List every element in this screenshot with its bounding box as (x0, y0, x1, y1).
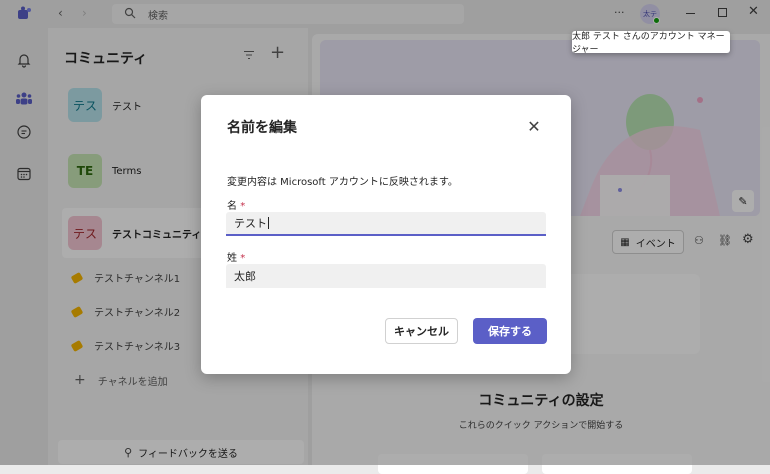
first-name-field[interactable]: テスト (226, 212, 546, 236)
last-name-label-text: 姓 (227, 253, 237, 264)
required-mark: * (240, 253, 246, 264)
save-button[interactable]: 保存する (473, 318, 547, 344)
dialog-title: 名前を編集 (227, 120, 297, 136)
first-name-label-text: 名 (227, 201, 237, 212)
first-name-value: テスト (234, 217, 267, 230)
last-name-value: 太郎 (234, 270, 256, 283)
account-tooltip: 太郎 テスト さんのアカウント マネージャー (572, 31, 730, 55)
first-name-label: 名 * (227, 197, 245, 212)
last-name-field[interactable]: 太郎 (226, 264, 546, 288)
edit-name-dialog: 名前を編集 ✕ 変更内容は Microsoft アカウントに反映されます。 名 … (201, 95, 571, 374)
last-name-label: 姓 * (227, 249, 245, 264)
dialog-description: 変更内容は Microsoft アカウントに反映されます。 (227, 177, 458, 188)
cancel-button[interactable]: キャンセル (385, 318, 458, 344)
required-mark: * (240, 201, 246, 212)
close-icon[interactable]: ✕ (521, 115, 547, 137)
text-cursor (268, 217, 269, 229)
